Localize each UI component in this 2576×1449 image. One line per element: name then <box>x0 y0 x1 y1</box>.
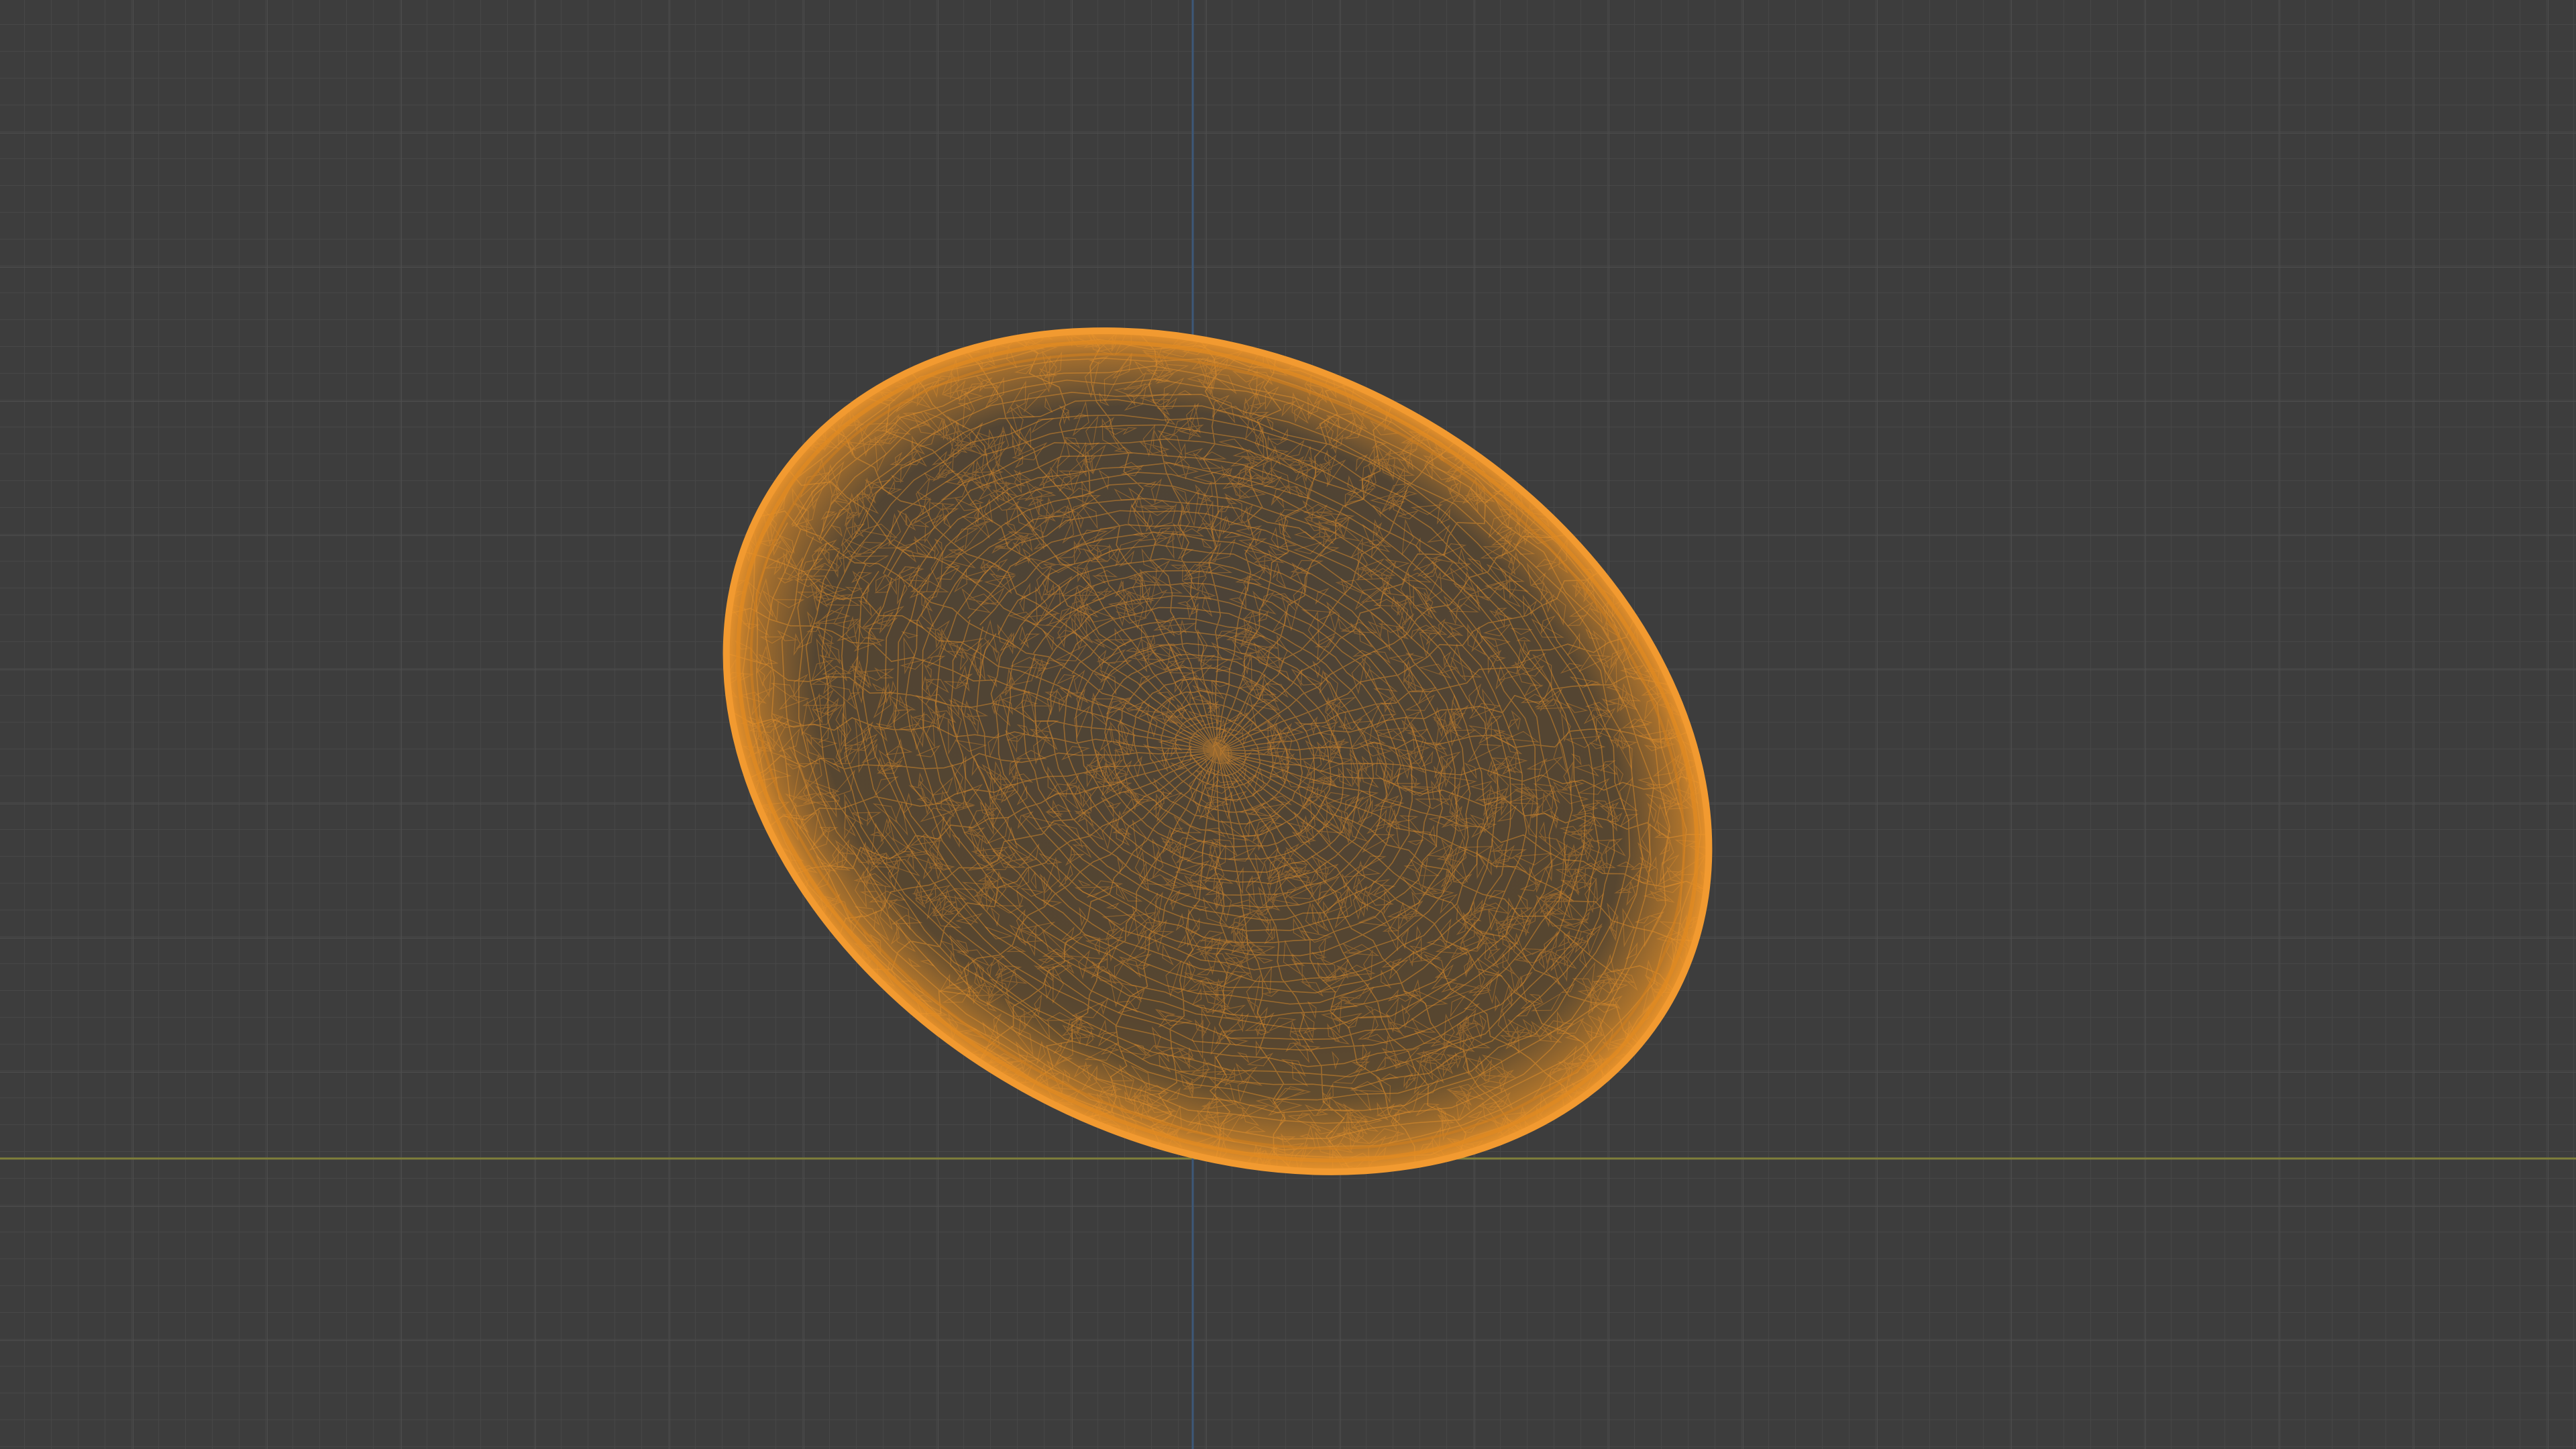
viewport-canvas[interactable] <box>0 0 2576 1449</box>
3d-viewport[interactable] <box>0 0 2576 1449</box>
